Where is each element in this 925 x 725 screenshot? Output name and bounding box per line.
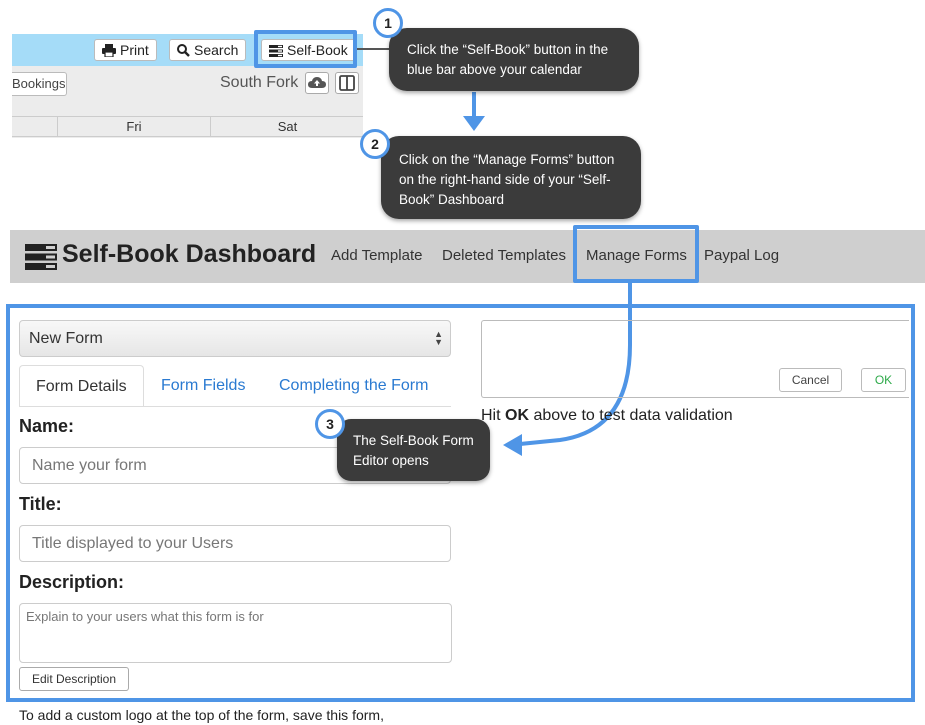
tab-form-fields[interactable]: Form Fields — [145, 365, 261, 407]
form-preview-box — [481, 320, 909, 398]
cancel-button[interactable]: Cancel — [779, 368, 842, 392]
nav-deleted-templates[interactable]: Deleted Templates — [442, 247, 566, 264]
edit-description-button[interactable]: Edit Description — [19, 667, 129, 691]
title-label: Title: — [19, 494, 62, 514]
step-badge-2: 2 — [360, 129, 390, 159]
title-input[interactable]: Title displayed to your Users — [19, 525, 451, 562]
name-label: Name: — [19, 416, 75, 436]
validation-hint: Hit OK above to test data validation — [481, 407, 733, 425]
callout-2-text: Click on the “Manage Forms” button on th… — [399, 152, 615, 207]
nav-paypal-log[interactable]: Paypal Log — [704, 247, 779, 264]
tab-completing-the-form[interactable]: Completing the Form — [263, 365, 444, 407]
select-arrows-icon: ▲ ▼ — [434, 329, 443, 347]
description-textarea[interactable]: Explain to your users what this form is … — [19, 603, 452, 663]
logo-instruction-text: To add a custom logo at the top of the f… — [19, 707, 384, 723]
step-badge-1: 1 — [373, 8, 403, 38]
callout-3: The Self-Book Form Editor opens — [337, 419, 490, 481]
ok-button[interactable]: OK — [861, 368, 906, 392]
nav-add-template[interactable]: Add Template — [331, 247, 422, 264]
callout-3-text: The Self-Book Form Editor opens — [353, 433, 474, 468]
self-book-logo-icon — [25, 244, 57, 270]
step-badge-3: 3 — [315, 409, 345, 439]
tab-divider — [19, 406, 451, 407]
tab-form-details[interactable]: Form Details — [19, 365, 144, 407]
dashboard-header: Self-Book Dashboard Add Template Deleted… — [10, 230, 925, 283]
form-select-value: New Form — [29, 330, 103, 347]
highlight-manage-forms — [573, 225, 699, 283]
hint-post: above to test data validation — [529, 407, 733, 424]
arrowhead-down — [463, 116, 485, 131]
hint-ok: OK — [505, 407, 529, 424]
callout-2: Click on the “Manage Forms” button on th… — [381, 136, 641, 219]
description-label: Description: — [19, 572, 125, 592]
callout-1-text: Click the “Self-Book” button in the blue… — [407, 42, 609, 77]
form-select[interactable]: New Form ▲ ▼ — [19, 320, 451, 357]
callout-1: Click the “Self-Book” button in the blue… — [389, 28, 639, 91]
dashboard-title: Self-Book Dashboard — [62, 240, 317, 268]
